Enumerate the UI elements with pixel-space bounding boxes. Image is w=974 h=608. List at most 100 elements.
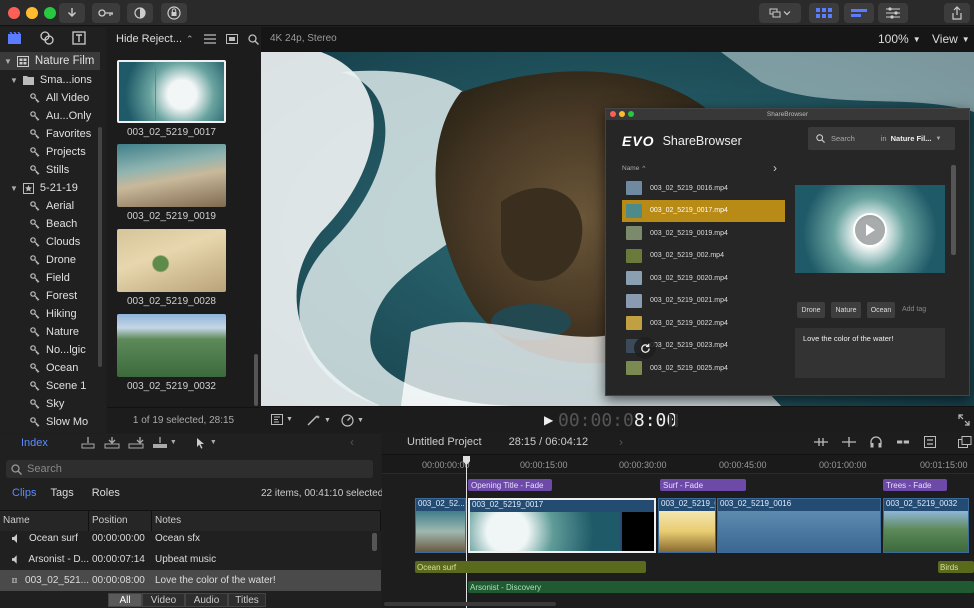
solo-icon[interactable] <box>896 437 910 447</box>
sb-file-row[interactable]: 003_02_5219_0025.mp4 <box>622 357 785 379</box>
title-clip[interactable]: Surf - Fade <box>660 479 746 491</box>
browser-scrollbar[interactable] <box>254 354 258 406</box>
clip-thumbnail-item[interactable]: 003_02_5219_0019 <box>117 144 226 222</box>
close-window-button[interactable] <box>8 7 20 19</box>
video-frame[interactable]: ShareBrowser EVO ShareBrowser Search in … <box>261 52 974 406</box>
sidebar-item-forest[interactable]: Forest <box>0 287 77 305</box>
video-clip-selected[interactable]: 003_02_5219_0017 <box>468 498 656 553</box>
chevron-down-icon[interactable]: ▼ <box>210 439 217 446</box>
sidebar-item-beach[interactable]: Beach <box>0 215 77 233</box>
sidebar-item-slow-mo[interactable]: Slow Mo <box>0 413 88 431</box>
sidebar-item-au-only[interactable]: Au...Only <box>0 107 91 125</box>
show-timeline-button[interactable] <box>844 3 874 23</box>
list-view-icon[interactable] <box>203 34 216 44</box>
titles-generators-icon[interactable] <box>72 31 86 45</box>
sidebar-item-no-lgic[interactable]: No...lgic <box>0 341 86 359</box>
timeline-ruler[interactable] <box>382 454 974 474</box>
sb-comment-field[interactable]: Love the color of the water! <box>795 328 945 378</box>
audio-clip[interactable]: Arsonist - Discovery <box>468 581 974 593</box>
audio-skimming-icon[interactable] <box>842 437 856 447</box>
skimming-icon[interactable] <box>814 437 828 447</box>
index-tab[interactable]: Index <box>21 437 48 449</box>
sidebar-item-all-video[interactable]: All Video <box>0 89 89 107</box>
clip-appearance-icon[interactable] <box>924 436 936 448</box>
audio-clip[interactable]: Ocean surf <box>415 561 646 573</box>
transform-popup[interactable]: ▼ <box>271 414 293 425</box>
fullscreen-icon[interactable] <box>958 414 970 426</box>
background-tasks-button[interactable] <box>127 3 153 23</box>
sb-search-field[interactable]: Search in Nature Fil... ▼ <box>808 127 955 150</box>
sidebar-item-sma-ions[interactable]: ▼ Sma...ions <box>0 71 92 89</box>
show-browser-button[interactable] <box>809 3 839 23</box>
chevron-updown-icon[interactable]: ⌃ <box>186 34 194 45</box>
sidebar-item-stills[interactable]: Stills <box>0 161 69 179</box>
chevron-right-icon[interactable]: › <box>619 435 623 449</box>
sb-minimize-button[interactable] <box>619 111 625 117</box>
chevron-down-icon[interactable]: ▼ <box>170 439 177 446</box>
timeline-scrollbar[interactable] <box>384 602 556 606</box>
sb-tag[interactable]: Nature <box>831 302 861 318</box>
sidebar-item-clouds[interactable]: Clouds <box>0 233 80 251</box>
sb-add-tag[interactable]: Add tag <box>902 306 926 313</box>
libraries-icon[interactable] <box>8 32 22 44</box>
clip-thumbnail-item[interactable]: 003_02_5219_0032 <box>117 314 226 392</box>
sidebar-item-hiking[interactable]: Hiking <box>0 305 77 323</box>
select-tool-icon[interactable] <box>195 437 207 449</box>
filter-popup[interactable]: Hide Reject... <box>116 33 182 45</box>
minimize-window-button[interactable] <box>26 7 38 19</box>
title-clip[interactable]: Opening Title - Fade <box>468 479 552 491</box>
share-lock-button[interactable] <box>161 3 187 23</box>
clip-appearance-icon[interactable] <box>225 34 238 44</box>
share-button[interactable] <box>944 3 970 23</box>
sb-file-row[interactable]: 003_02_5219_002.mp4 <box>622 245 785 267</box>
zoom-popup[interactable]: 100% ▼ <box>878 32 921 46</box>
sidebar-item-projects[interactable]: Projects <box>0 143 86 161</box>
sb-file-row[interactable]: 003_02_5219_0019.mp4 <box>622 222 785 244</box>
effects-browser-icon[interactable] <box>958 436 972 448</box>
clip-thumbnail-item[interactable]: 003_02_5219_0017 <box>117 60 226 138</box>
sidebar-item-nature[interactable]: Nature <box>0 323 79 341</box>
video-clip[interactable]: 003_02_5219_0032 <box>883 498 969 553</box>
sb-file-row[interactable]: 003_02_5219_0017.mp4 <box>622 199 785 222</box>
connect-clip-icon[interactable] <box>80 436 96 449</box>
sidebar-item-5-21-19[interactable]: ▼ 5-21-19 <box>0 179 78 197</box>
enhancements-popup[interactable]: ▼ <box>307 414 331 426</box>
filter-all[interactable]: All <box>108 593 142 607</box>
sb-zoom-button[interactable] <box>628 111 634 117</box>
search-icon[interactable] <box>247 33 259 45</box>
sidebar-item-ocean[interactable]: Ocean <box>0 359 78 377</box>
library-nature-film[interactable]: ▼ Nature Film <box>0 52 100 70</box>
import-button[interactable] <box>59 3 85 23</box>
sb-close-button[interactable] <box>610 111 616 117</box>
workspace-menu-button[interactable] <box>759 3 801 23</box>
disclosure-open-icon[interactable]: ▼ <box>4 57 12 66</box>
sb-scrollbar[interactable] <box>951 165 956 255</box>
sb-file-row[interactable]: 003_02_5219_0022.mp4 <box>622 312 785 334</box>
chevron-left-icon[interactable]: ‹ <box>350 435 354 449</box>
sidebar-item-favorites[interactable]: Favorites <box>0 125 91 143</box>
chevron-down-icon[interactable]: ▼ <box>935 136 941 142</box>
timecode-display[interactable]: 00:00:0 8:00 <box>558 410 677 431</box>
libraries-scrollbar[interactable] <box>98 127 102 367</box>
index-tab-tags[interactable]: Tags <box>50 487 73 499</box>
filter-audio[interactable]: Audio <box>185 593 228 607</box>
index-scrollbar[interactable] <box>372 533 377 551</box>
sidebar-item-aerial[interactable]: Aerial <box>0 197 74 215</box>
keywords-button[interactable] <box>92 3 120 23</box>
table-row[interactable]: Ocean surf 00:00:00:00 Ocean sfx <box>0 528 381 549</box>
filter-titles[interactable]: Titles <box>228 593 266 607</box>
index-tab-clips[interactable]: Clips <box>12 487 36 499</box>
photos-audio-icon[interactable] <box>40 31 54 45</box>
retime-popup[interactable]: ▼ <box>341 414 364 427</box>
zoom-window-button[interactable] <box>44 7 56 19</box>
headphones-icon[interactable] <box>870 436 882 448</box>
playhead[interactable] <box>466 456 467 608</box>
play-button[interactable]: ▶ <box>544 413 553 427</box>
sb-column-header[interactable]: Name ^ <box>622 165 645 172</box>
sb-preview[interactable] <box>795 185 945 273</box>
video-clip[interactable]: 003_02_5219_0016 <box>717 498 881 553</box>
table-row[interactable]: Arsonist - D... 00:00:07:14 Upbeat music <box>0 549 381 570</box>
index-search-field[interactable]: Search <box>6 460 373 478</box>
sb-file-row[interactable]: 003_02_5219_0020.mp4 <box>622 267 785 289</box>
sb-tag[interactable]: Drone <box>797 302 825 318</box>
